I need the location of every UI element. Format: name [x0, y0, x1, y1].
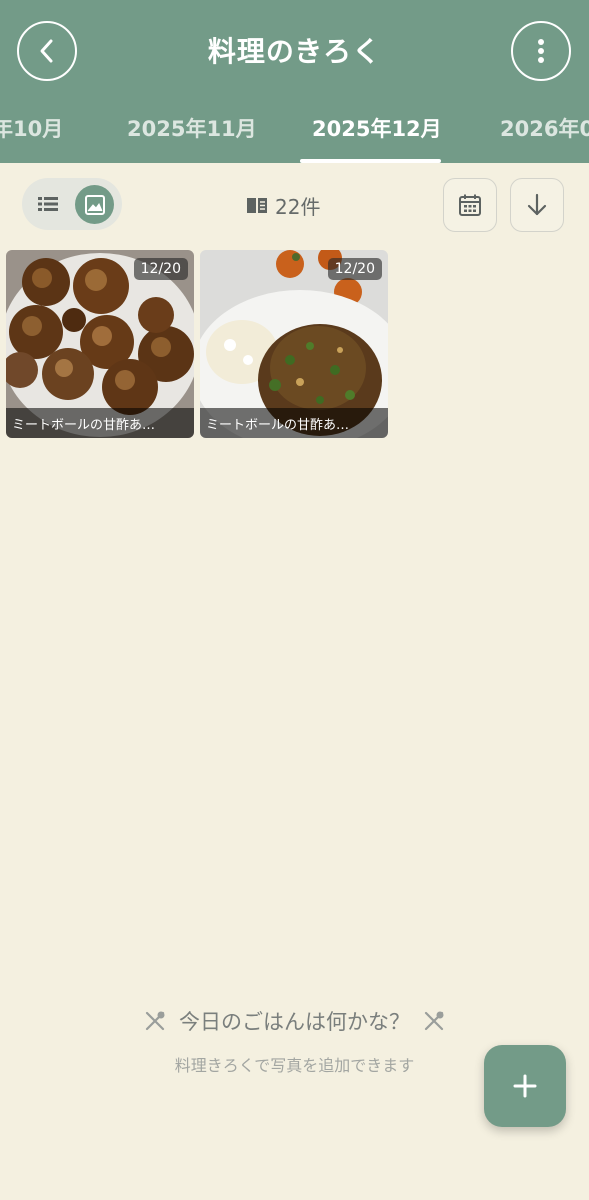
calendar-icon — [459, 194, 481, 216]
more-vertical-icon — [538, 39, 544, 63]
more-button[interactable] — [511, 21, 571, 81]
arrow-down-icon — [527, 193, 547, 216]
list-view-button[interactable] — [30, 186, 66, 222]
view-toggle — [22, 178, 122, 230]
entry-count-label: 22件 — [275, 194, 321, 219]
tab-2026-01[interactable]: 2026年0 — [500, 113, 589, 143]
entry-card[interactable]: 12/20 ミートボールの甘酢あ… — [200, 250, 388, 438]
sort-button[interactable] — [510, 178, 564, 232]
page-title: 料理のきろく — [207, 35, 382, 68]
month-tabs: 年10月 2025年11月 2025年12月 2026年0 — [0, 105, 589, 163]
entry-title: ミートボールの甘酢あ… — [200, 408, 388, 438]
book-icon — [247, 198, 267, 213]
calendar-button[interactable] — [443, 178, 497, 232]
fork-knife-icon — [145, 1011, 165, 1031]
plus-icon — [513, 1074, 537, 1098]
entry-title: ミートボールの甘酢あ… — [6, 408, 194, 438]
date-badge: 12/20 — [133, 258, 188, 280]
toolbar: 22件 — [0, 163, 589, 245]
tab-2025-12[interactable]: 2025年12月 — [312, 113, 442, 143]
fork-knife-icon — [424, 1011, 444, 1031]
empty-state-message: 今日のごはんは何かな？ — [179, 1010, 410, 1034]
entry-card[interactable]: 12/20 ミートボールの甘酢あ… — [6, 250, 194, 438]
grid-view-button[interactable] — [75, 185, 114, 224]
tab-2025-10[interactable]: 年10月 — [0, 113, 63, 143]
tab-2025-11[interactable]: 2025年11月 — [127, 113, 257, 143]
app-header: 料理のきろく 年10月 2025年11月 2025年12月 2026年0 — [0, 0, 589, 163]
list-icon — [38, 197, 58, 211]
date-badge: 12/20 — [327, 258, 382, 280]
image-icon — [84, 194, 105, 215]
entry-count: 22件 — [245, 191, 320, 219]
add-entry-button[interactable] — [484, 1045, 566, 1127]
empty-state-title: 今日のごはんは何かな？ — [0, 1006, 589, 1036]
